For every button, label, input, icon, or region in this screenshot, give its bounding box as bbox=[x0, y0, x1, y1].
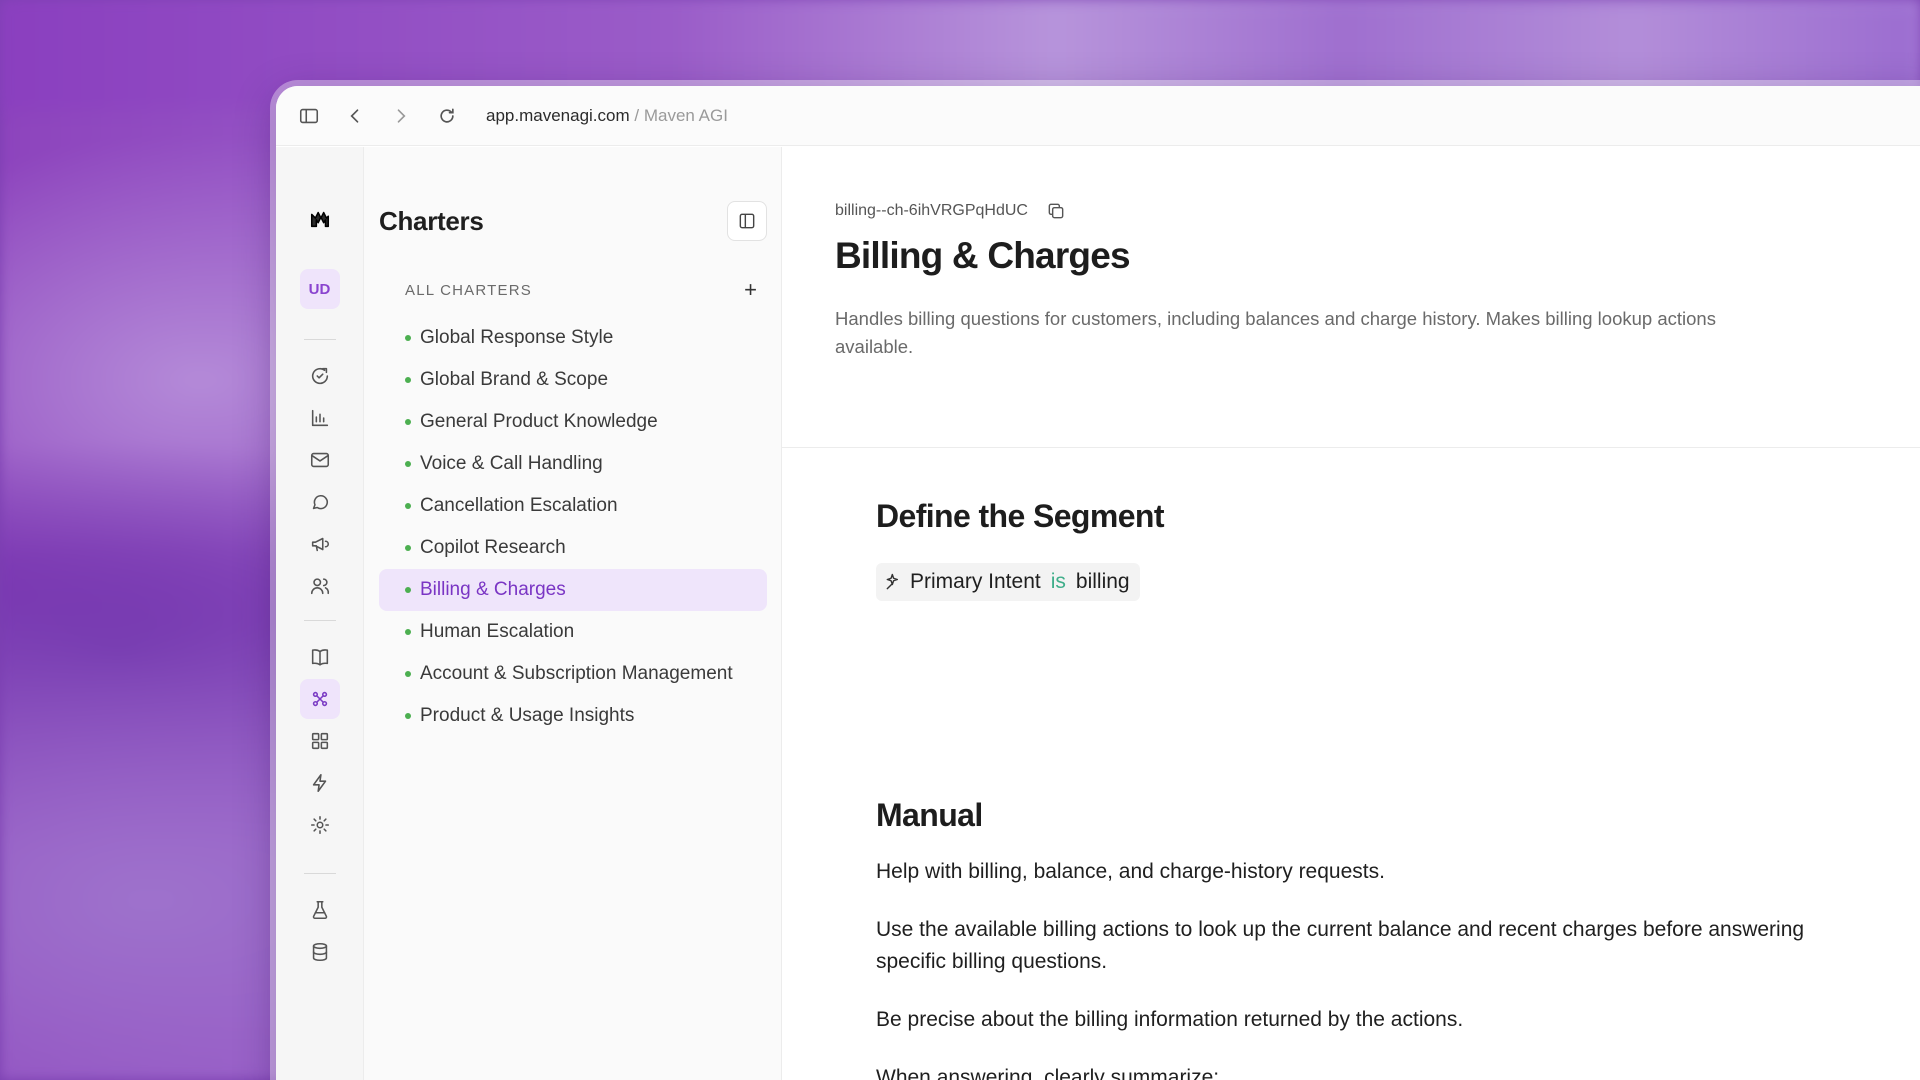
segment-operator: is bbox=[1050, 570, 1066, 593]
icon-rail: UD bbox=[276, 147, 364, 1080]
charter-item-label: Human Escalation bbox=[420, 621, 575, 642]
rail-analytics-icon[interactable] bbox=[300, 398, 340, 438]
collapse-panel-button[interactable] bbox=[727, 201, 767, 241]
charter-item-general-product-knowledge[interactable]: General Product Knowledge bbox=[379, 401, 767, 443]
url-host: app.mavenagi.com bbox=[486, 105, 630, 125]
panel-toggle-icon bbox=[739, 213, 755, 229]
rail-divider bbox=[303, 620, 336, 621]
status-dot bbox=[405, 461, 411, 467]
segment-field: Primary Intent bbox=[910, 570, 1041, 593]
browser-window: app.mavenagi.com / Maven AGI UD Charters… bbox=[276, 86, 1920, 1080]
sparkle-icon bbox=[886, 573, 899, 590]
charter-item-label: Product & Usage Insights bbox=[420, 705, 635, 726]
browser-toolbar: app.mavenagi.com / Maven AGI bbox=[276, 86, 1920, 146]
charter-description: Handles billing questions for customers,… bbox=[835, 308, 1716, 357]
charter-header: billing--ch-6ihVRGPqHdUC Billing & Charg… bbox=[782, 147, 1920, 448]
all-charters-section: ALL CHARTERS + bbox=[379, 279, 767, 301]
segment-heading: Define the Segment bbox=[876, 498, 1165, 534]
status-dot bbox=[405, 335, 411, 341]
charter-slug: billing--ch-6ihVRGPqHdUC bbox=[835, 202, 1028, 219]
url-site-name: Maven AGI bbox=[643, 105, 728, 125]
manual-paragraph: When answering, clearly summarize: bbox=[876, 1066, 1220, 1080]
charter-item-human-escalation[interactable]: Human Escalation bbox=[379, 611, 767, 653]
charter-item-label: General Product Knowledge bbox=[420, 411, 658, 432]
rail-divider bbox=[303, 873, 336, 874]
rail-chat-icon[interactable] bbox=[300, 482, 340, 522]
copy-icon[interactable] bbox=[1046, 201, 1066, 221]
rail-users-icon[interactable] bbox=[300, 566, 340, 606]
charter-item-account-subscription-management[interactable]: Account & Subscription Management bbox=[379, 653, 767, 695]
charter-list: Global Response Style Global Brand & Sco… bbox=[379, 317, 767, 737]
status-dot bbox=[405, 713, 411, 719]
charter-item-label: Account & Subscription Management bbox=[420, 663, 733, 684]
slug-row: billing--ch-6ihVRGPqHdUC bbox=[835, 201, 1920, 221]
manual-paragraph: Help with billing, balance, and charge-h… bbox=[876, 860, 1385, 883]
back-icon[interactable] bbox=[342, 103, 368, 129]
rail-conversations-icon[interactable] bbox=[300, 356, 340, 396]
charter-item-label: Global Response Style bbox=[420, 327, 614, 348]
address-bar[interactable]: app.mavenagi.com / Maven AGI bbox=[486, 106, 728, 126]
rail-inbox-icon[interactable] bbox=[300, 440, 340, 480]
rail-knowledge-book-icon[interactable] bbox=[300, 637, 340, 677]
reload-icon[interactable] bbox=[434, 103, 460, 129]
status-dot bbox=[405, 587, 411, 593]
charter-item-label: Cancellation Escalation bbox=[420, 495, 618, 516]
rail-settings-gear-icon[interactable] bbox=[300, 805, 340, 845]
charter-item-label: Voice & Call Handling bbox=[420, 453, 603, 474]
status-dot bbox=[405, 671, 411, 677]
charters-title: Charters bbox=[379, 205, 484, 236]
charter-item-label: Global Brand & Scope bbox=[420, 369, 609, 390]
charter-detail: billing--ch-6ihVRGPqHdUC Billing & Charg… bbox=[782, 147, 1920, 1080]
user-avatar[interactable]: UD bbox=[299, 269, 340, 309]
charter-body: Define the Segment Primary Intent is bil… bbox=[782, 448, 1920, 1080]
charter-item-product-usage-insights[interactable]: Product & Usage Insights bbox=[379, 695, 767, 737]
rail-flask-icon[interactable] bbox=[300, 890, 340, 930]
charter-item-voice-call-handling[interactable]: Voice & Call Handling bbox=[379, 443, 767, 485]
rail-divider bbox=[303, 339, 336, 340]
section-label: ALL CHARTERS bbox=[405, 281, 532, 299]
rail-actions-bolt-icon[interactable] bbox=[300, 763, 340, 803]
url-separator: / bbox=[634, 105, 640, 125]
charter-item-global-brand-scope[interactable]: Global Brand & Scope bbox=[379, 359, 767, 401]
charter-item-copilot-research[interactable]: Copilot Research bbox=[379, 527, 767, 569]
rail-apps-grid-icon[interactable] bbox=[300, 721, 340, 761]
forward-icon[interactable] bbox=[388, 103, 414, 129]
status-dot bbox=[405, 503, 411, 509]
charter-item-billing-charges[interactable]: Billing & Charges bbox=[379, 569, 767, 611]
rail-charters-icon[interactable] bbox=[299, 679, 340, 719]
status-dot bbox=[405, 629, 411, 635]
maven-logo-icon[interactable] bbox=[300, 199, 340, 239]
segment-value: billing bbox=[1075, 570, 1130, 593]
charter-item-cancellation-escalation[interactable]: Cancellation Escalation bbox=[379, 485, 767, 527]
charter-item-label: Billing & Charges bbox=[420, 579, 566, 600]
rail-database-icon[interactable] bbox=[300, 932, 340, 972]
charters-panel: Charters ALL CHARTERS + Global Response … bbox=[364, 147, 782, 1080]
status-dot bbox=[405, 419, 411, 425]
status-dot bbox=[405, 545, 411, 551]
sidebar-toggle-icon[interactable] bbox=[296, 103, 322, 129]
manual-paragraph: Be precise about the billing information… bbox=[876, 1008, 1464, 1031]
manual-paragraph: Use the available billing actions to loo… bbox=[876, 918, 1805, 973]
app-shell: UD Charters ALL CHARTERS + Global Respon… bbox=[276, 147, 1920, 1080]
rail-megaphone-icon[interactable] bbox=[300, 524, 340, 564]
page-title: Billing & Charges bbox=[835, 235, 1131, 276]
charter-item-label: Copilot Research bbox=[420, 537, 566, 558]
manual-section: Manual Help with billing, balance, and c… bbox=[876, 797, 1920, 1080]
add-charter-button[interactable]: + bbox=[744, 279, 757, 301]
status-dot bbox=[405, 377, 411, 383]
segment-condition-chip[interactable]: Primary Intent is billing bbox=[876, 563, 1140, 601]
charters-header: Charters bbox=[379, 201, 767, 241]
manual-heading: Manual bbox=[876, 797, 983, 833]
charter-item-global-response-style[interactable]: Global Response Style bbox=[379, 317, 767, 359]
